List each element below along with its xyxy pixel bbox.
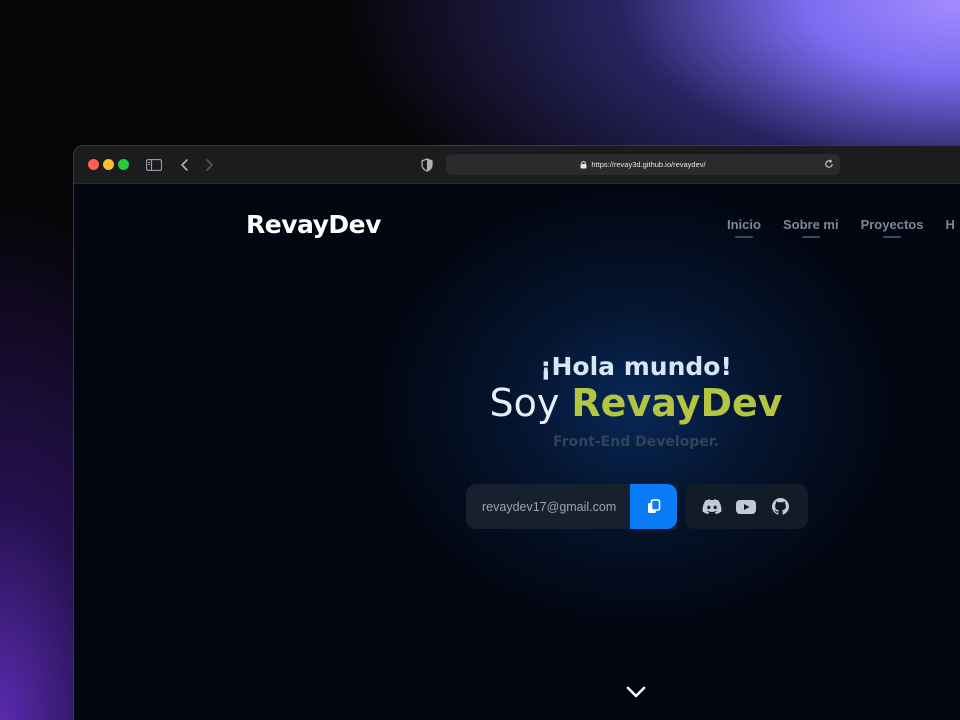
sidebar-toggle-icon[interactable] [144,155,164,175]
reload-icon[interactable] [822,157,836,171]
nav-item-label: Inicio [727,217,761,232]
website-viewport: RevayDev Inicio Sobre mi Proyectos H ¡Ho… [74,184,960,720]
copy-email-button[interactable] [630,484,677,529]
social-links [685,484,808,529]
forward-icon[interactable] [199,155,219,175]
email-text: revaydev17@gmail.com [482,499,617,514]
address-bar-url: https://revay3d.github.io/revaydev/ [591,160,706,169]
youtube-icon[interactable] [735,496,757,518]
site-logo[interactable]: RevayDev [246,210,381,239]
nav-item-sobre-mi[interactable]: Sobre mi [782,217,839,238]
hero-role: Front-End Developer. [553,434,719,450]
lock-icon [580,161,587,169]
nav-underline [801,236,820,238]
nav-item-label: H [945,217,955,232]
copy-icon [647,498,660,513]
close-window-button[interactable] [88,159,99,170]
nav-underline [883,236,902,238]
nav-item-label: Sobre mi [782,217,839,232]
nav-item-truncated[interactable]: H [945,217,954,232]
nav-item-label: Proyectos [860,217,924,232]
chevron-down-icon[interactable] [625,681,647,703]
github-icon[interactable] [770,496,792,518]
hero-intro: Soy RevayDev [474,381,798,425]
nav-item-inicio[interactable]: Inicio [727,217,761,238]
maximize-window-button[interactable] [118,159,129,170]
privacy-shield-icon[interactable] [417,155,437,175]
discord-icon[interactable] [701,496,723,518]
hero-intro-name: RevayDev [571,381,783,425]
hero-greeting: ¡Hola mundo! [540,352,732,381]
browser-window: https://revay3d.github.io/revaydev/ Reva… [73,145,960,720]
nav-underline [734,236,753,238]
site-nav: Inicio Sobre mi Proyectos H [727,217,955,238]
hero-intro-prefix: Soy [489,381,560,425]
address-bar[interactable]: https://revay3d.github.io/revaydev/ [446,154,840,175]
minimize-window-button[interactable] [103,159,114,170]
nav-item-proyectos[interactable]: Proyectos [860,217,924,238]
browser-toolbar: https://revay3d.github.io/revaydev/ [74,146,960,184]
back-icon[interactable] [175,155,195,175]
